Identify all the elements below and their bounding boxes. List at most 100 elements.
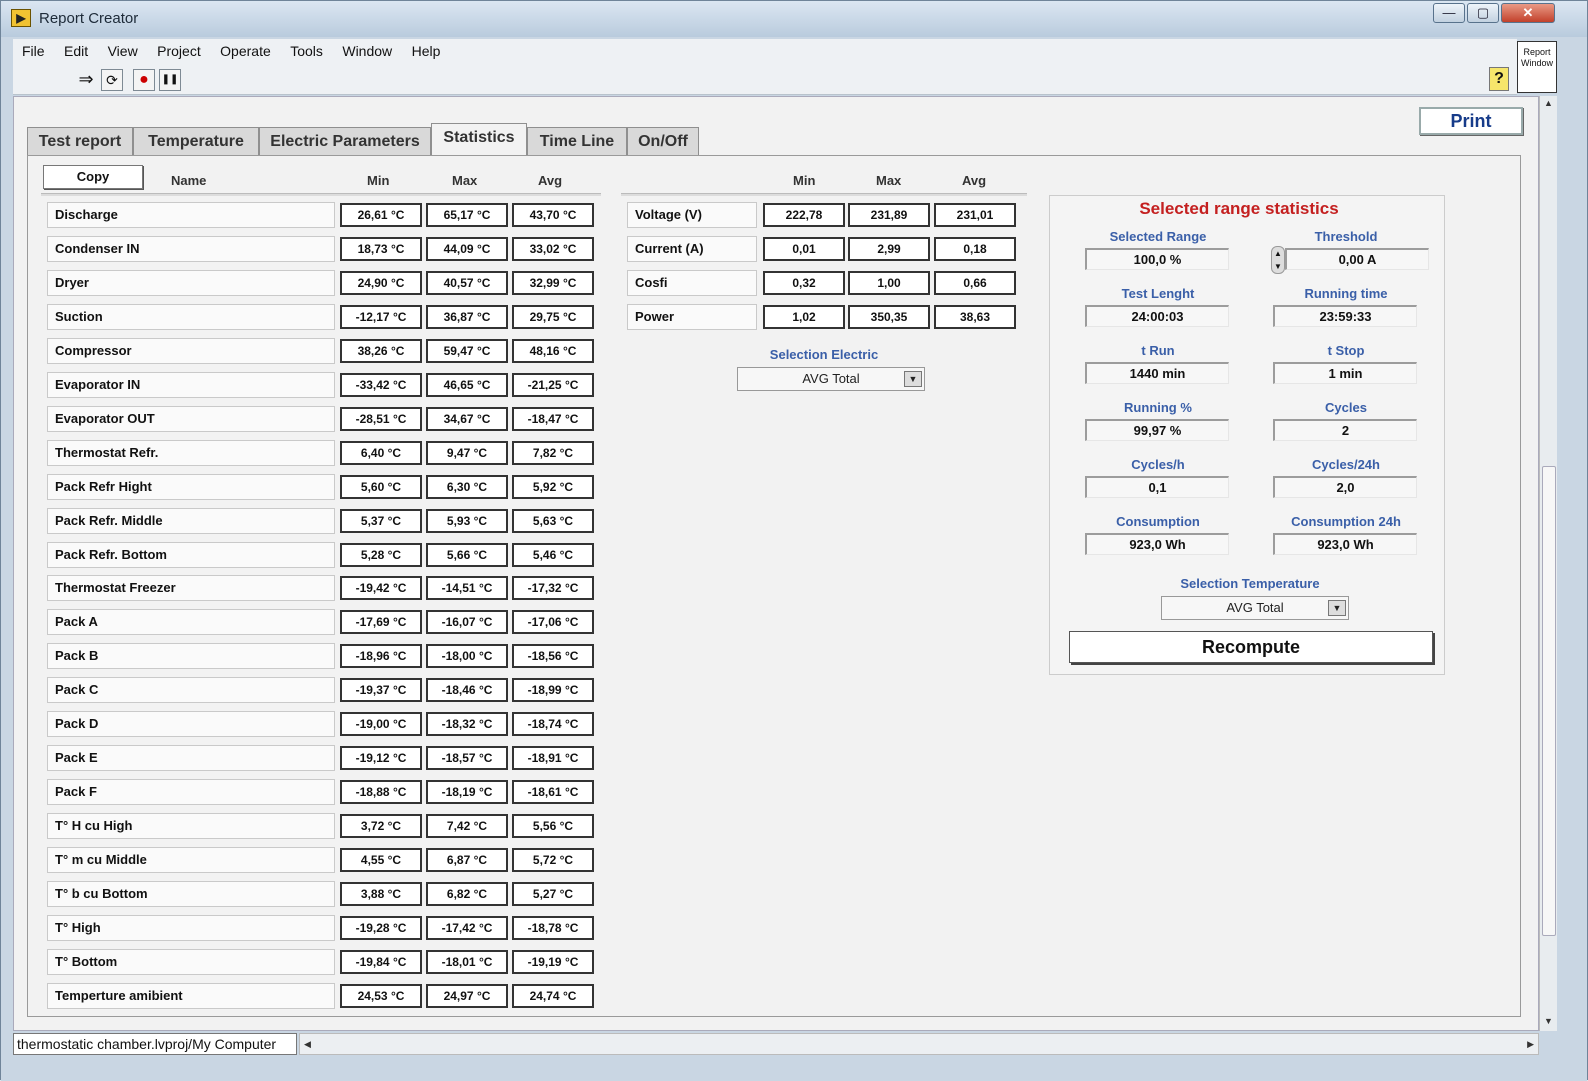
max-value: 34,67 °C	[426, 406, 508, 431]
scroll-down-icon[interactable]: ▼	[1544, 1016, 1553, 1026]
min-value: 38,26 °C	[340, 338, 422, 363]
range-stat-label: Selected Range	[1109, 229, 1207, 244]
pause-icon[interactable]: ❚❚	[159, 69, 181, 91]
menu-file[interactable]: File	[22, 39, 45, 63]
tab-on-off[interactable]: On/Off	[627, 127, 699, 155]
sensor-name: Pack F	[47, 779, 335, 806]
sensor-name: Pack A	[47, 609, 335, 636]
sensor-name: Pack Refr. Bottom	[47, 541, 335, 568]
sensor-name: Evaporator OUT	[47, 405, 335, 432]
range-stat-label: t Stop	[1327, 343, 1365, 358]
sensor-name: T° High	[47, 914, 335, 941]
tab-temperature[interactable]: Temperature	[133, 127, 259, 155]
project-path: thermostatic chamber.lvproj/My Computer	[13, 1033, 297, 1055]
print-button[interactable]: Print	[1419, 107, 1523, 135]
avg-value: -18,47 °C	[512, 406, 594, 431]
parameter-name: Current (A)	[627, 236, 757, 262]
temperature-row: Discharge 26,61 °C 65,17 °C 43,70 °C	[47, 202, 597, 228]
vertical-scrollbar[interactable]: ▲ ▼	[1539, 96, 1557, 1031]
avg-value: 48,16 °C	[512, 338, 594, 363]
recompute-button[interactable]: Recompute	[1069, 631, 1433, 663]
scroll-right-icon[interactable]: ▶	[1527, 1039, 1534, 1050]
min-value: -12,17 °C	[340, 304, 422, 329]
temp-header-min: Min	[367, 173, 390, 188]
selection-temperature-dropdown[interactable]: AVG Total ▼	[1161, 596, 1349, 620]
max-value: 231,89	[848, 203, 930, 227]
sensor-name: Thermostat Freezer	[47, 575, 335, 602]
max-value: 24,97 °C	[426, 983, 508, 1008]
temp-header-name: Name	[171, 173, 207, 188]
menu-project[interactable]: Project	[157, 39, 201, 63]
selection-temperature-value: AVG Total	[1226, 600, 1284, 615]
scroll-left-icon[interactable]: ◀	[304, 1039, 311, 1050]
threshold-spinner-icon[interactable]: ▲ ▼	[1271, 246, 1285, 274]
sensor-name: Discharge	[47, 202, 335, 228]
menu-edit[interactable]: Edit	[64, 39, 88, 63]
range-stat-value: 100,0 %	[1085, 248, 1229, 270]
range-statistics-title: Selected range statistics	[1139, 199, 1339, 218]
temperature-row: T° m cu Middle 4,55 °C 6,87 °C 5,72 °C	[47, 847, 597, 874]
temperature-row: Evaporator IN -33,42 °C 46,65 °C -21,25 °C	[47, 371, 597, 398]
elec-header-divider	[621, 193, 1027, 196]
tab-electric-parameters[interactable]: Electric Parameters	[259, 127, 431, 155]
run-continuously-icon[interactable]: ⟳	[101, 69, 123, 91]
chevron-down-icon[interactable]: ▼	[1328, 600, 1346, 616]
scrollbar-thumb[interactable]	[1542, 466, 1556, 936]
menu-help[interactable]: Help	[412, 39, 441, 63]
menu-window[interactable]: Window	[342, 39, 392, 63]
range-stat-value: 99,97 %	[1085, 419, 1229, 441]
window-title: Report Creator	[39, 10, 139, 27]
range-stat-label: Cycles	[1325, 400, 1367, 415]
max-value: 36,87 °C	[426, 304, 508, 329]
max-value: 5,66 °C	[426, 542, 508, 567]
tab-time-line[interactable]: Time Line	[527, 127, 627, 155]
abort-icon[interactable]: ●	[133, 69, 155, 91]
tab-statistics[interactable]: Statistics	[431, 123, 527, 157]
max-value: 6,82 °C	[426, 882, 508, 906]
report-window-icon: Report Window	[1517, 41, 1557, 93]
scroll-up-icon[interactable]: ▲	[1544, 98, 1553, 108]
min-value: -19,28 °C	[340, 915, 422, 940]
tab-test-report[interactable]: Test report	[27, 127, 133, 155]
electric-row: Voltage (V) 222,78 231,89 231,01	[627, 202, 1021, 228]
avg-value: 43,70 °C	[512, 203, 594, 227]
selection-electric-dropdown[interactable]: AVG Total ▼	[737, 367, 925, 391]
temperature-row: Thermostat Refr. 6,40 °C 9,47 °C 7,82 °C	[47, 439, 597, 466]
temp-header-max: Max	[452, 173, 478, 188]
chevron-down-icon[interactable]: ▼	[904, 371, 922, 387]
elec-header-avg: Avg	[962, 173, 987, 188]
copy-button[interactable]: Copy	[43, 165, 143, 189]
sensor-name: Temperture amibient	[47, 982, 335, 1009]
menu-tools[interactable]: Tools	[290, 39, 323, 63]
max-value: 46,65 °C	[426, 372, 508, 397]
range-stat-value: 0,00 A	[1285, 248, 1429, 270]
temperature-row: Pack Refr. Middle 5,37 °C 5,93 °C 5,63 °C	[47, 507, 597, 534]
close-button[interactable]: ✕	[1501, 3, 1555, 23]
sensor-name: Pack C	[47, 677, 335, 704]
run-arrow-icon[interactable]: ⇒	[75, 69, 97, 91]
range-stat-value: 24:00:03	[1085, 305, 1229, 327]
avg-value: 5,63 °C	[512, 508, 594, 533]
range-stat-label: Running time	[1304, 286, 1388, 301]
max-value: 44,09 °C	[426, 236, 508, 261]
electric-row: Power 1,02 350,35 38,63	[627, 304, 1021, 330]
min-value: -19,00 °C	[340, 712, 422, 737]
avg-value: 5,46 °C	[512, 542, 594, 567]
horizontal-scrollbar[interactable]: ◀ ▶	[299, 1033, 1539, 1055]
min-value: -28,51 °C	[340, 406, 422, 431]
max-value: 2,99	[848, 237, 930, 261]
context-help-icon[interactable]: ?	[1489, 67, 1509, 91]
menu-view[interactable]: View	[108, 39, 138, 63]
menu-operate[interactable]: Operate	[220, 39, 271, 63]
sensor-name: T° b cu Bottom	[47, 881, 335, 907]
temperature-row: Condenser IN 18,73 °C 44,09 °C 33,02 °C	[47, 235, 597, 262]
max-value: -18,01 °C	[426, 949, 508, 974]
range-stat-value: 2	[1273, 419, 1417, 441]
minimize-button[interactable]: —	[1433, 3, 1465, 23]
selection-electric-value: AVG Total	[802, 371, 860, 386]
temperature-row: Pack A -17,69 °C -16,07 °C -17,06 °C	[47, 609, 597, 636]
sensor-name: Compressor	[47, 337, 335, 364]
avg-value: 24,74 °C	[512, 983, 594, 1008]
maximize-button[interactable]: ▢	[1467, 3, 1499, 23]
min-value: 0,01	[763, 237, 845, 261]
